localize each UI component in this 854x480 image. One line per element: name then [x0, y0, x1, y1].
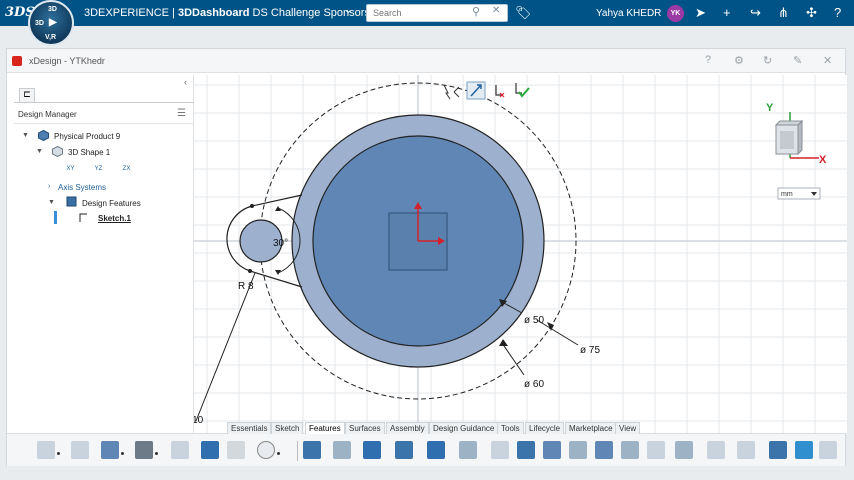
- component-tool-icon[interactable]: [71, 441, 89, 459]
- add-icon[interactable]: +: [723, 5, 731, 20]
- help-icon[interactable]: ?: [834, 5, 841, 20]
- more-tools-icon[interactable]: [819, 441, 837, 459]
- transform-icon[interactable]: [769, 441, 787, 459]
- xdesign-panel: xDesign - YTKhedr ? ⚙ ↻ ✎ ✕ ‹ ⊏ Design M…: [6, 48, 847, 466]
- close-icon[interactable]: ✕: [823, 54, 832, 67]
- collapse-arrow-icon[interactable]: ›: [48, 183, 50, 190]
- box-icon[interactable]: [517, 441, 535, 459]
- save-icon[interactable]: [101, 441, 119, 459]
- dim-d60[interactable]: ø 60: [524, 379, 544, 390]
- shell-icon[interactable]: [459, 441, 477, 459]
- unit-value: mm: [781, 191, 793, 198]
- top-bar: 3DS 3DEXPERIENCE | 3DDashboard DS Challe…: [0, 0, 854, 26]
- 3d-viewport[interactable]: ø 50 ø 75 ø 60 R 8 30° - 10: [194, 75, 847, 433]
- view-cube[interactable]: [774, 112, 819, 159]
- tab-surfaces[interactable]: Surfaces: [345, 422, 385, 434]
- play-icon[interactable]: ▶: [49, 17, 57, 28]
- tab-view[interactable]: View: [615, 422, 641, 434]
- hole-icon[interactable]: [491, 441, 509, 459]
- tab-sketch[interactable]: Sketch: [271, 422, 304, 434]
- feature-toolbar: [17, 441, 837, 463]
- tree-item-axis-systems[interactable]: Axis Systems: [58, 183, 106, 192]
- 3d-shape-icon: [52, 146, 63, 157]
- pin-icon[interactable]: ✎: [793, 54, 802, 67]
- pattern-icon[interactable]: [621, 441, 639, 459]
- fillet-icon[interactable]: [543, 441, 561, 459]
- help-icon[interactable]: ?: [705, 54, 711, 66]
- tree-item-physical-product[interactable]: Physical Product 9: [54, 132, 120, 141]
- axis-y-label: Y: [766, 102, 774, 114]
- loft-icon[interactable]: [395, 441, 413, 459]
- tree-item-sketch[interactable]: Sketch.1: [98, 214, 131, 223]
- design-manager-label: Design Manager: [18, 110, 77, 119]
- search-input[interactable]: [366, 4, 508, 22]
- measure-icon[interactable]: [707, 441, 725, 459]
- search-icon[interactable]: ⚲: [472, 5, 480, 18]
- sketch-icon: [79, 213, 87, 222]
- sketch-grid: ø 50 ø 75 ø 60 R 8 30° - 10: [194, 75, 847, 433]
- user-name[interactable]: Yahya KHEDR: [596, 8, 661, 19]
- split-icon[interactable]: [647, 441, 665, 459]
- tab-tools[interactable]: Tools: [497, 422, 524, 434]
- share-icon[interactable]: ➤: [695, 5, 706, 21]
- tab-marketplace[interactable]: Marketplace: [565, 422, 617, 434]
- tree-tab[interactable]: ⊏: [19, 88, 35, 102]
- avatar[interactable]: YK: [667, 5, 684, 22]
- tab-essentials[interactable]: Essentials: [227, 422, 272, 434]
- tree-item-design-features[interactable]: Design Features: [82, 199, 141, 208]
- tab-lifecycle[interactable]: Lifecycle: [525, 422, 565, 434]
- tab-features[interactable]: Features: [305, 422, 345, 434]
- plane-zx-icon[interactable]: ZX: [120, 163, 133, 175]
- network-icon[interactable]: ⋔: [778, 5, 789, 21]
- settings-tool-icon[interactable]: [135, 441, 153, 459]
- tree-item-3d-shape[interactable]: 3D Shape 1: [68, 148, 110, 157]
- undo-icon[interactable]: [201, 441, 219, 459]
- dim-r8[interactable]: R 8: [238, 281, 254, 292]
- section-icon[interactable]: [737, 441, 755, 459]
- axis-x-label: X: [819, 154, 827, 166]
- refresh-icon[interactable]: ↻: [763, 54, 772, 67]
- compass-widget[interactable]: 3D 3D V,R ▶: [28, 0, 74, 46]
- extrude-icon[interactable]: [303, 441, 321, 459]
- boolean-icon[interactable]: [675, 441, 693, 459]
- sweep-icon[interactable]: [363, 441, 381, 459]
- app-title[interactable]: 3DEXPERIENCE | 3DDashboard DS Challenge …: [84, 7, 379, 19]
- design-features-icon: [66, 196, 77, 207]
- tag-icon[interactable]: 🏷: [515, 5, 532, 21]
- expand-arrow-icon[interactable]: ▼: [36, 148, 43, 155]
- design-manager-tree: ‹ ⊏ Design Manager ☰ ▼ Physical Product …: [14, 75, 194, 433]
- dim-angle[interactable]: 30°: [273, 238, 288, 249]
- draft-icon[interactable]: [427, 441, 445, 459]
- mirror-icon[interactable]: [595, 441, 613, 459]
- help-icon[interactable]: [257, 441, 275, 459]
- selection-marker: [54, 211, 57, 224]
- chevron-down-icon[interactable]: ⌄: [344, 5, 352, 16]
- clipboard-icon[interactable]: [171, 441, 189, 459]
- expand-arrow-icon[interactable]: ▼: [48, 199, 55, 206]
- part-tool-icon[interactable]: [37, 441, 55, 459]
- tab-assembly[interactable]: Assembly: [386, 422, 429, 434]
- panel-title: xDesign - YTKhedr: [29, 56, 105, 66]
- plane-yz-icon[interactable]: YZ: [92, 163, 105, 175]
- chamfer-icon[interactable]: [569, 441, 587, 459]
- xdesign-icon: [12, 56, 22, 66]
- tools-icon[interactable]: ✣: [806, 5, 817, 21]
- clear-search-icon[interactable]: ✕: [492, 5, 500, 16]
- forward-icon[interactable]: ↪: [750, 5, 761, 21]
- collapse-panel-icon[interactable]: ‹: [184, 77, 187, 87]
- panel-header: xDesign - YTKhedr ? ⚙ ↻ ✎ ✕: [7, 49, 845, 73]
- tab-design-guidance[interactable]: Design Guidance: [429, 422, 499, 434]
- dim-d75[interactable]: ø 75: [580, 345, 600, 356]
- menu-icon[interactable]: ☰: [177, 108, 186, 119]
- redo-icon[interactable]: [227, 441, 245, 459]
- dim-ten[interactable]: - 10: [194, 415, 204, 426]
- physical-product-icon: [38, 130, 49, 141]
- revolve-icon[interactable]: [333, 441, 351, 459]
- render-icon[interactable]: [795, 441, 813, 459]
- dim-d50[interactable]: ø 50: [524, 315, 544, 326]
- expand-arrow-icon[interactable]: ▼: [22, 132, 29, 139]
- gear-icon[interactable]: ⚙: [734, 54, 744, 67]
- plane-xy-icon[interactable]: XY: [64, 163, 77, 175]
